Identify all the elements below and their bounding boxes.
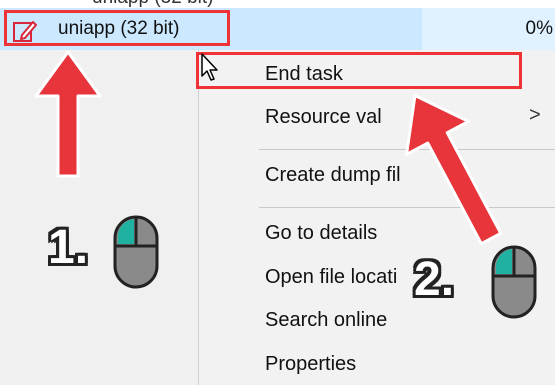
step-2-label: 2. [414,253,455,306]
step-1-label: 1. [48,221,89,274]
chevron-right-icon: > [529,104,541,126]
mouse-cursor-icon [201,53,218,81]
top-partial-text: uniapp (32 bit) [92,0,213,8]
cpu-value: 0% [525,18,553,39]
process-row-uniapp[interactable]: uniapp (32 bit) 0% [0,8,555,50]
menu-item-resource-values[interactable]: Resource val [265,106,382,129]
process-highlight-box [4,10,230,46]
menu-item-open-file-location[interactable]: Open file locati [265,266,397,289]
arrow-up-left-icon [405,93,503,246]
menu-item-go-to-details[interactable]: Go to details [265,222,377,245]
menu-item-search-online[interactable]: Search online [265,309,387,332]
top-partial-row: uniapp (32 bit) [0,0,555,8]
arrow-up-icon [34,50,102,178]
menu-item-create-dump-file[interactable]: Create dump fil [265,164,401,187]
cpu-cell: 0% [422,8,555,50]
menu-item-properties[interactable]: Properties [265,353,356,376]
mouse-left-click-icon [113,215,159,289]
mouse-left-click-icon [491,245,537,319]
